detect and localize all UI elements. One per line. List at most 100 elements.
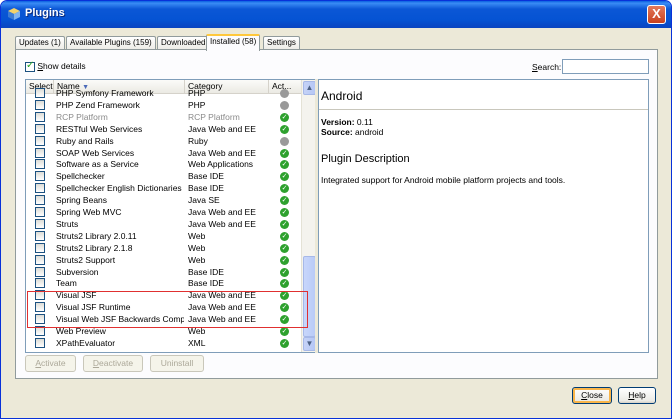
plugin-category: PHP [188, 88, 206, 98]
tab-available-plugins[interactable]: Available Plugins (159) [66, 36, 156, 50]
table-row[interactable]: RESTful Web Services Java Web and EE ✓ [26, 123, 301, 135]
plugin-title: Android [321, 89, 363, 103]
table-row[interactable]: Software as a Service Web Applications ✓ [26, 158, 301, 170]
table-row[interactable]: Visual JSF Java Web and EE ✓ [26, 289, 301, 301]
table-row[interactable]: Web Preview Web ✓ [26, 325, 301, 337]
active-check-icon: ✓ [280, 303, 289, 313]
table-row[interactable]: Spellchecker Base IDE ✓ [26, 170, 301, 182]
row-select-checkbox[interactable] [35, 230, 45, 241]
row-select-checkbox[interactable] [35, 254, 45, 265]
table-row[interactable]: Struts2 Library 2.0.11 Web ✓ [26, 230, 301, 242]
row-select-checkbox[interactable] [35, 135, 45, 146]
row-select-checkbox[interactable] [35, 326, 45, 336]
help-button[interactable]: Help [618, 387, 656, 404]
active-check-icon: ✓ [280, 243, 289, 253]
plugin-name: Struts [56, 218, 79, 229]
plugin-name: Spellchecker English Dictionaries [56, 183, 182, 194]
table-scrollbar[interactable]: ▲ ▼ [301, 80, 315, 352]
row-select-checkbox[interactable] [35, 99, 45, 110]
inactive-dot-icon [280, 136, 289, 146]
active-check-icon: ✓ [280, 208, 289, 217]
window-title: Plugins [25, 7, 65, 19]
plugin-name: Subversion [56, 266, 99, 277]
table-row[interactable]: Spring Beans Java SE ✓ [26, 194, 301, 206]
active-check-icon: ✓ [280, 231, 289, 241]
description-heading: Plugin Description [321, 153, 410, 165]
active-check-icon: ✓ [280, 291, 289, 301]
show-details-label: Show details [37, 61, 86, 71]
tab-settings[interactable]: Settings [263, 36, 300, 50]
close-button[interactable]: Close [572, 387, 612, 404]
uninstall-button[interactable]: Uninstall [150, 355, 204, 372]
close-window-icon[interactable]: X [647, 5, 666, 24]
show-details-checkbox[interactable] [25, 60, 35, 72]
plugin-category: Base IDE [188, 183, 224, 194]
title-bar[interactable]: Plugins X [1, 1, 671, 28]
table-row[interactable]: Struts2 Support Web ✓ [26, 254, 301, 266]
row-select-checkbox[interactable] [35, 123, 45, 134]
table-row[interactable]: PHP Symfony Framework PHP [26, 87, 301, 99]
show-details-toggle[interactable]: Show details [25, 60, 86, 72]
row-select-checkbox[interactable] [35, 278, 45, 289]
plugin-name: Ruby and Rails [56, 135, 114, 146]
inactive-dot-icon [280, 89, 289, 98]
plugin-category: Java Web and EE [188, 123, 256, 134]
table-row[interactable]: Visual Web JSF Backwards Compa... Java We… [26, 313, 301, 325]
plugin-category: Java Web and EE [188, 290, 256, 301]
row-select-checkbox[interactable] [35, 266, 45, 277]
plugin-category: Web [188, 242, 206, 253]
row-select-checkbox[interactable] [35, 290, 45, 301]
table-row[interactable]: Ruby and Rails Ruby [26, 135, 301, 147]
row-select-checkbox[interactable] [35, 195, 45, 206]
row-select-checkbox[interactable] [35, 171, 45, 182]
table-row[interactable]: Subversion Base IDE ✓ [26, 266, 301, 278]
plugin-category: Java Web and EE [188, 302, 256, 313]
plugin-category: Ruby [188, 135, 208, 146]
plugin-name: Visual JSF Runtime [56, 302, 131, 313]
row-select-checkbox[interactable] [35, 159, 45, 170]
table-row[interactable]: PHP Zend Framework PHP [26, 99, 301, 111]
active-check-icon: ✓ [280, 255, 289, 265]
plugin-category: Java SE [188, 195, 220, 206]
deactivate-button[interactable]: Deactivate [83, 355, 143, 372]
table-row[interactable]: Spellchecker English Dictionaries Base ID… [26, 182, 301, 194]
row-select-checkbox[interactable] [35, 337, 45, 348]
row-select-checkbox[interactable] [35, 183, 45, 194]
plugin-name: Struts2 Library 2.0.11 [56, 230, 137, 241]
row-select-checkbox[interactable] [35, 242, 45, 253]
row-select-checkbox[interactable] [35, 111, 45, 122]
plugin-category: Base IDE [188, 266, 224, 277]
tab-installed[interactable]: Installed (58) [206, 34, 261, 51]
row-select-checkbox[interactable] [35, 314, 45, 325]
row-select-checkbox[interactable] [35, 302, 45, 313]
tab-updates[interactable]: Updates (1) [15, 36, 65, 50]
row-select-checkbox[interactable] [35, 218, 45, 229]
plugin-name: Struts2 Support [56, 254, 116, 265]
active-check-icon: ✓ [280, 279, 289, 289]
table-row[interactable]: Struts Java Web and EE ✓ [26, 218, 301, 230]
search-label: Search: [532, 62, 562, 72]
table-row[interactable]: Struts2 Library 2.1.8 Web ✓ [26, 242, 301, 254]
search-input[interactable] [562, 59, 649, 74]
plugin-name: RESTful Web Services [56, 123, 143, 134]
row-select-checkbox[interactable] [35, 147, 45, 158]
activate-button[interactable]: Activate [25, 355, 76, 372]
table-row[interactable]: XPathEvaluator XML ✓ [26, 337, 301, 349]
active-check-icon: ✓ [280, 148, 289, 158]
active-check-icon: ✓ [280, 172, 289, 182]
plugin-category: Java Web and EE [188, 207, 256, 217]
plugin-category: Java Web and EE [188, 218, 256, 229]
table-row[interactable]: Team Base IDE ✓ [26, 277, 301, 289]
plugins-table: Select Name ▼ Category Act... PHP Symfon… [25, 79, 316, 353]
plugin-category: Web Applications [188, 159, 254, 170]
table-row[interactable]: RCP Platform RCP Platform ✓ [26, 111, 301, 123]
table-row[interactable]: SOAP Web Services Java Web and EE ✓ [26, 147, 301, 159]
row-select-checkbox[interactable] [35, 207, 45, 217]
plugin-name: RCP Platform [56, 111, 108, 122]
row-select-checkbox[interactable] [35, 88, 45, 98]
table-row[interactable]: Visual JSF Runtime Java Web and EE ✓ [26, 301, 301, 313]
plugin-category: PHP [188, 99, 206, 110]
tab-downloaded[interactable]: Downloaded [157, 36, 210, 50]
table-row[interactable]: Spring Web MVC Java Web and EE ✓ [26, 206, 301, 218]
active-check-icon: ✓ [280, 315, 289, 325]
